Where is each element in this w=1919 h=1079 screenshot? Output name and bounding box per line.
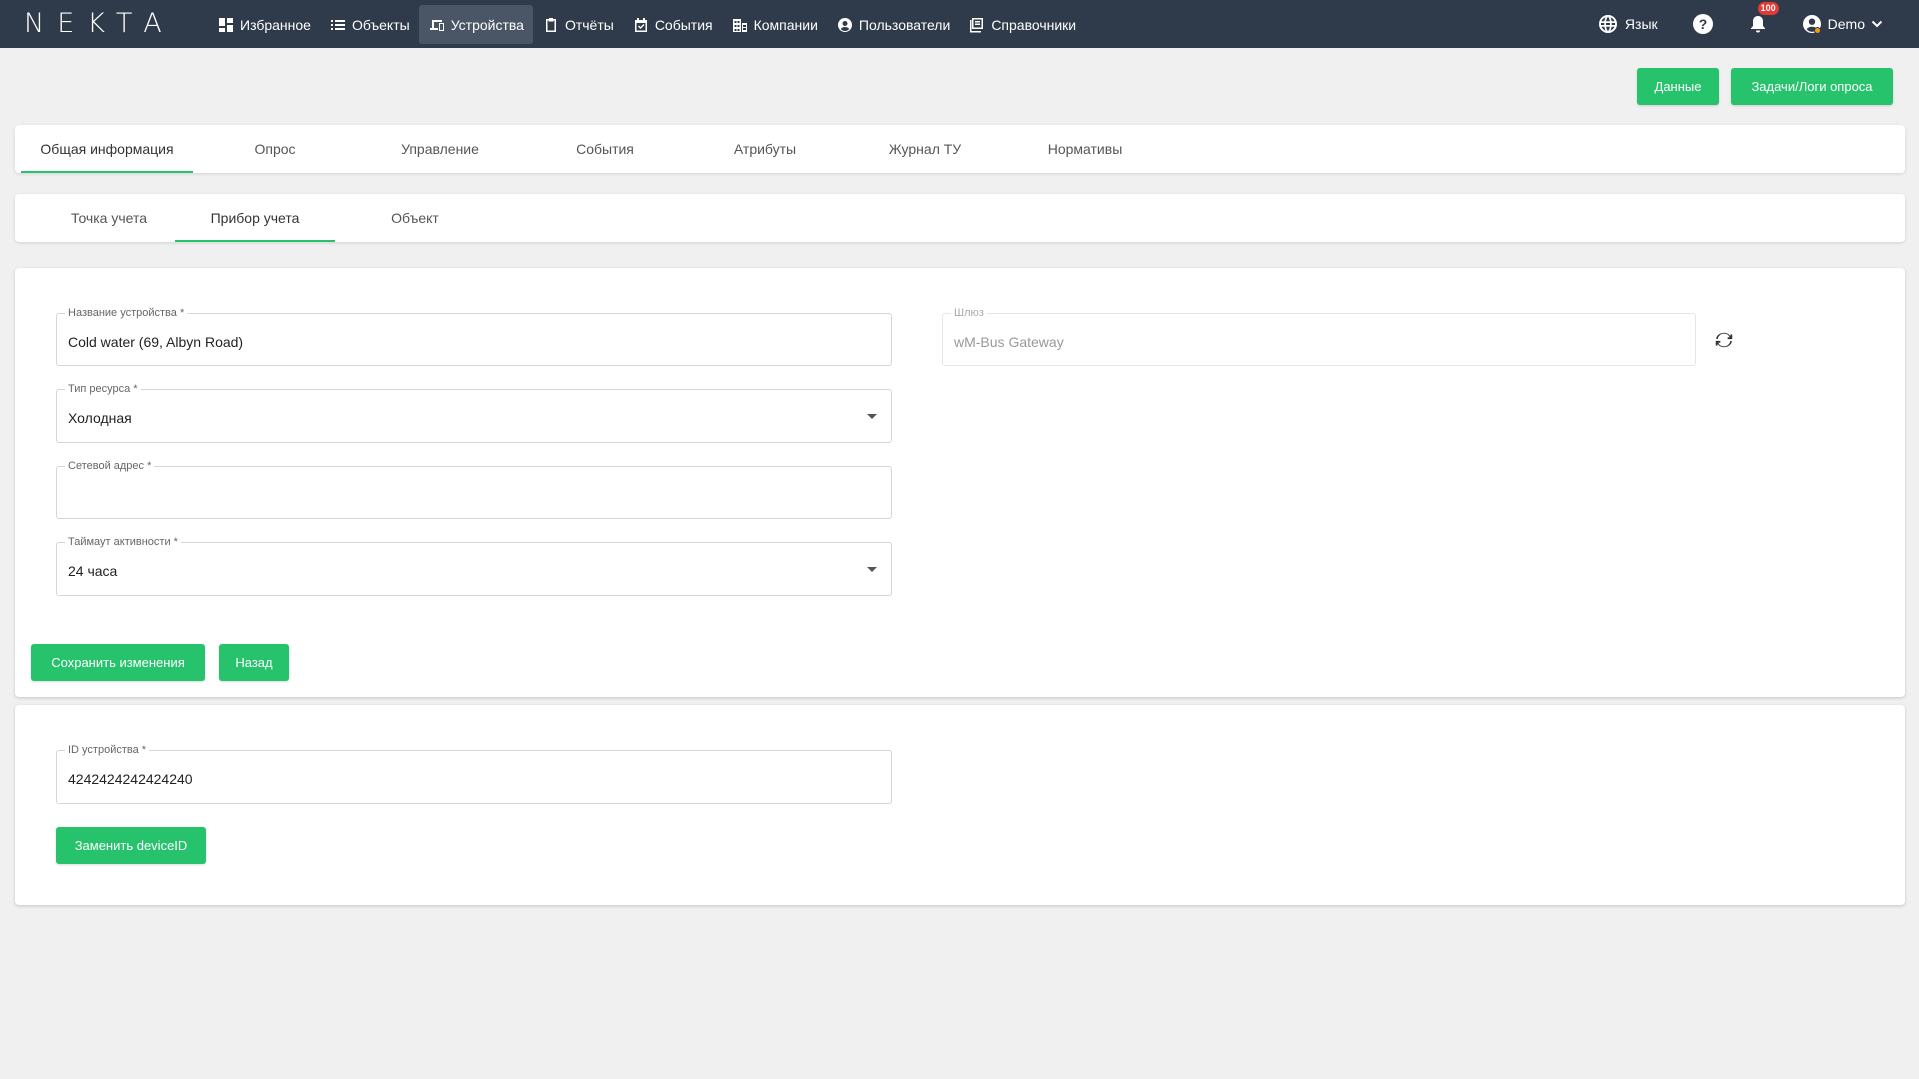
header-tools: Язык ? 100 Demo [1564,0,1883,48]
nav-item-label: Отчёты [564,16,614,33]
nav-item-users[interactable]: Пользователи [827,5,959,44]
svg-text:?: ? [1698,16,1707,32]
replace-device-id-button[interactable]: Заменить deviceID [56,827,206,864]
back-button[interactable]: Назад [219,644,289,681]
tab-norms[interactable]: Нормативы [1020,125,1150,173]
field-value: Cold water (69, Albyn Road) [68,333,244,350]
tab-control[interactable]: Управление [375,125,505,173]
notification-count-badge: 100 [1757,2,1779,15]
devices-icon [429,17,445,33]
activity-timeout-select[interactable]: Таймаут активности * 24 часа [56,535,892,596]
field-label: Сетевой адрес * [65,459,155,473]
field-value: wM-Bus Gateway [954,333,1064,350]
nav-item-devices[interactable]: Устройства [418,5,533,44]
nav-item-label: Пользователи [858,16,951,33]
language-label: Язык [1624,16,1658,32]
nav-item-label: Справочники [991,16,1077,33]
nav-item-label: Компании [753,16,818,33]
top-navbar: NEKTA Избранное Объекты Устройства Отчёт… [0,0,1919,48]
field-value: 24 часа [68,563,118,579]
refresh-icon [1713,329,1735,351]
device-name-field[interactable]: Название устройства * Cold water (69, Al… [56,306,892,366]
nav-item-objects[interactable]: Объекты [320,5,419,44]
dropdown-arrow-icon [867,567,877,572]
calendar-check-icon [633,17,649,33]
chevron-down-icon [1871,18,1883,30]
nav-item-events[interactable]: События [623,5,722,44]
field-value: Холодная [68,410,132,426]
refresh-gateway-button[interactable] [1713,329,1735,356]
language-selector[interactable]: Язык [1598,14,1658,34]
tasks-logs-button[interactable]: Задачи/Логи опроса [1731,68,1893,105]
nav-item-label: Устройства [450,16,524,33]
nav-item-label: Объекты [351,16,410,33]
nav-item-reports[interactable]: Отчёты [533,5,623,44]
nav-item-label: Избранное [240,16,311,33]
user-name: Demo [1827,16,1865,32]
resource-type-select[interactable]: Тип ресурса * Холодная [56,382,892,443]
main-tabs: Общая информация Опрос Управление Событи… [15,125,1905,173]
tab-polling[interactable]: Опрос [225,125,325,173]
tab-metering-point[interactable]: Точка учета [29,194,189,242]
data-button[interactable]: Данные [1637,68,1719,105]
device-form-card: Название устройства * Cold water (69, Al… [15,268,1905,697]
tab-meter-device[interactable]: Прибор учета [175,194,335,242]
dropdown-arrow-icon [867,414,877,419]
nav-item-favorites[interactable]: Избранное [208,5,320,44]
tab-control-log[interactable]: Журнал ТУ [860,125,990,173]
tab-attributes[interactable]: Атрибуты [700,125,830,173]
nekta-logo[interactable]: NEKTA [24,10,175,38]
user-menu[interactable]: Demo [1802,14,1883,34]
help-button[interactable]: ? [1692,13,1714,35]
tab-object[interactable]: Объект [335,194,495,242]
nav-item-label: События [654,16,713,33]
device-id-card: ID устройства * 4242424242424240 Заменит… [15,705,1905,905]
tab-general-info[interactable]: Общая информация [21,125,193,173]
device-id-field[interactable]: ID устройства * 4242424242424240 [56,743,892,804]
list-icon [330,17,346,33]
user-circle-icon [837,17,853,33]
gateway-field: Шлюз wM-Bus Gateway [942,306,1696,366]
building-icon [732,17,748,33]
bell-icon [1748,14,1768,34]
network-address-field[interactable]: Сетевой адрес * [56,459,892,519]
notifications-button[interactable]: 100 [1748,2,1779,34]
globe-icon [1598,14,1618,34]
tab-events[interactable]: События [540,125,670,173]
help-icon: ? [1692,13,1714,35]
clipboard-icon [543,17,559,33]
dashboard-icon [218,17,234,33]
nav-item-companies[interactable]: Компании [722,5,827,44]
sub-tabs: Точка учета Прибор учета Объект [15,194,1905,242]
nav-item-directories[interactable]: Справочники [959,5,1085,44]
main-nav: Избранное Объекты Устройства Отчёты Собы… [208,5,1085,44]
save-changes-button[interactable]: Сохранить изменения [31,644,205,681]
field-value: 4242424242424240 [68,771,193,787]
status-dot [1813,27,1821,34]
book-icon [969,17,985,33]
user-avatar-icon [1802,14,1822,34]
